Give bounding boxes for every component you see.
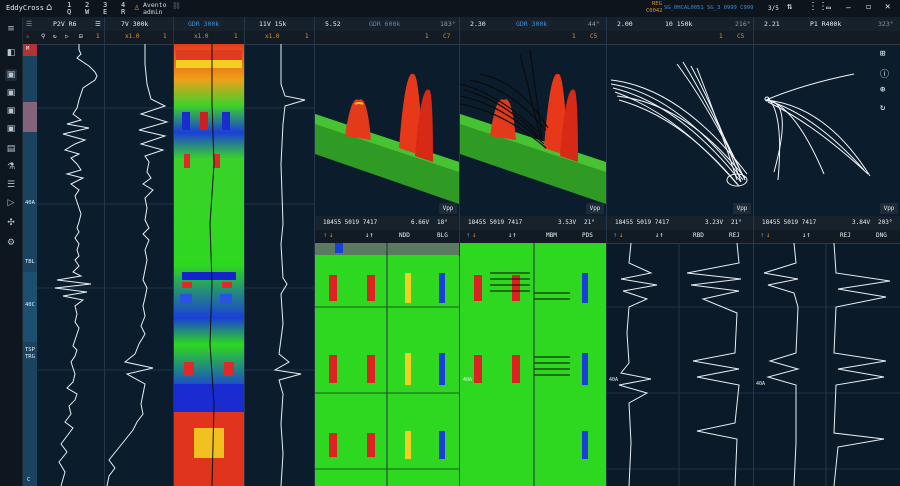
page-counter: 3/5 — [768, 5, 779, 12]
reg-code: C0042 — [646, 8, 663, 14]
depth-label: 40A — [25, 200, 35, 206]
menu-icon[interactable]: ≡ — [5, 23, 17, 35]
3d-surface-plot — [460, 49, 606, 204]
strip-title: P2V R6 — [53, 20, 77, 28]
sort-arrows-icon[interactable]: ⇅ — [787, 2, 792, 12]
signal-trace — [105, 44, 173, 486]
view-panel-3[interactable]: 2.00 10 150k 216° 1 C5 Vpp — [607, 17, 754, 217]
depth-label: M — [26, 46, 30, 52]
cycle-icon[interactable]: ↻ — [53, 33, 57, 40]
refresh-icon[interactable]: ↻ — [880, 103, 885, 113]
strip-title: 7V 300k — [121, 20, 149, 28]
strip-11v[interactable]: 11V 15k x1.0 1 — [245, 17, 315, 486]
depth-marker: 40A — [609, 377, 618, 383]
home-icon[interactable]: ⌂ — [46, 2, 52, 13]
signal-trace — [245, 44, 314, 486]
sidebar-b-icon[interactable]: ▣ — [5, 87, 17, 99]
lower-panel-3[interactable]: 18455 5019 7417 3.23V 21° ↑ ↓ ↓↑ RBD REJ … — [607, 216, 754, 486]
play-icon[interactable]: ▷ — [5, 197, 17, 209]
shortcut-1[interactable]: 1Q — [64, 0, 76, 17]
minimize-icon[interactable]: — — [846, 3, 851, 12]
depth-label: 40C — [25, 302, 35, 308]
strip-toolbar: ⚠ ⚲ ↻ ▷ ⊟ 1 — [23, 31, 104, 45]
maximize-icon[interactable]: ◻ — [866, 2, 871, 11]
heatmap-panel: 40A — [460, 243, 606, 486]
swap-icon[interactable]: ↓↑ — [365, 231, 373, 239]
forward-icon[interactable]: ▷ — [65, 33, 69, 40]
down-arrow-icon[interactable]: ↓ — [329, 231, 333, 239]
vpp-button[interactable]: Vpp — [439, 203, 457, 214]
pin-icon[interactable]: ⚲ — [41, 33, 45, 40]
depth-label: TRG — [25, 354, 35, 360]
view-panel-1[interactable]: 5.52 GDR 600k 183° 1 C7 Vpp — [315, 17, 460, 217]
depth-marker: 40A — [463, 377, 472, 383]
strip-p2v[interactable]: ☰ P2V R6 ☰ ⚠ ⚲ ↻ ▷ ⊟ 1 M 40A TBL 40C TSP… — [23, 17, 105, 486]
depth-label: TSP — [25, 347, 35, 353]
sidebar-c-icon[interactable]: ▣ — [5, 105, 17, 117]
reg-label: REG — [652, 1, 662, 7]
shortcut-4[interactable]: 4R — [118, 0, 130, 17]
vpp-button[interactable]: Vpp — [586, 203, 604, 214]
signal-trace — [37, 44, 104, 486]
lissajous-plot — [610, 61, 748, 187]
globe-icon[interactable]: ⊕ — [880, 85, 885, 95]
heatmap-strip — [174, 44, 244, 486]
sidebar: ≡ ◧ ▣ ▣ ▣ ▣ ▤ ⚗ ☰ ▷ ✣ ⚙ — [0, 17, 23, 486]
strip-header: ☰ P2V R6 ☰ — [23, 17, 104, 32]
swap-icon[interactable]: ↓↑ — [508, 231, 516, 239]
depth-marker: 40A — [756, 381, 765, 387]
3d-surface-plot — [315, 73, 459, 204]
view-panel-4[interactable]: 2.21 P1 R400k 323° Vpp ⊞ ⓘ ⊕ ↻ — [754, 17, 900, 217]
grid-icon[interactable]: ⋮⋮ — [808, 1, 828, 12]
strip-title: 11V 15k — [259, 20, 287, 28]
vpp-button[interactable]: Vpp — [733, 203, 751, 214]
signal-trace: 40A — [607, 243, 753, 486]
up-arrow-icon[interactable]: ↑ — [323, 231, 327, 239]
sidebar-d-icon[interactable]: ▣ — [5, 123, 17, 135]
strip-title: GDR 300k — [188, 20, 220, 28]
shortcut-2[interactable]: 2W — [82, 0, 94, 17]
top-bar: EddyCross ⌂ 1Q 2W 3E 4R ♙ Avento admin ⛓… — [0, 0, 900, 18]
status-path: SG_0HCAL0051 SG_3 0999 C999 — [664, 5, 754, 11]
side-tool-group: ⊞ ⓘ ⊕ ↻ — [878, 49, 894, 131]
clipboard-icon[interactable]: ▤ — [5, 143, 17, 155]
list-icon[interactable]: ☰ — [5, 179, 17, 191]
close-icon[interactable]: ✕ — [885, 2, 890, 12]
lock-icon[interactable]: ⊟ — [79, 33, 83, 40]
vpp-button[interactable]: Vpp — [880, 203, 898, 214]
swap-icon[interactable]: ↓↑ — [802, 231, 810, 239]
link-icon[interactable]: ⛓ — [172, 2, 181, 10]
star-icon[interactable]: ✣ — [5, 217, 17, 229]
lower-panel-1[interactable]: 18455 5019 7417 6.66V 18° ↑ ↓ ↓↑ NDD BLG — [315, 216, 460, 486]
lower-panel-4[interactable]: 18455 5019 7417 3.84V 203° ↑ ↓ ↓↑ REJ DNG… — [754, 216, 900, 486]
view-panel-2[interactable]: 2.30 GDR 300k 44° 1 C5 Vpp — [460, 17, 607, 217]
sidebar-a-icon[interactable]: ▣ — [5, 69, 17, 81]
user-icon: ♙ — [134, 3, 140, 13]
depth-label: TBL — [25, 259, 35, 265]
heatmap-panel — [315, 243, 459, 486]
display-icon[interactable]: ◧ — [5, 47, 17, 59]
settings-icon[interactable]: ⚙ — [5, 237, 17, 249]
app-title: EddyCross — [6, 4, 44, 12]
swap-icon[interactable]: ↓↑ — [655, 231, 663, 239]
grid-icon[interactable]: ⊞ — [880, 49, 885, 59]
depth-label: C — [27, 477, 31, 483]
info-icon[interactable]: ⓘ — [880, 67, 889, 80]
signal-trace: 40A — [754, 243, 900, 486]
lower-panel-2[interactable]: 18455 5019 7417 3.53V 21° ↑ ↓ ↓↑ MBM PDS … — [460, 216, 607, 486]
folder-icon[interactable]: ▭ — [826, 3, 831, 12]
user-role: admin — [143, 8, 163, 16]
flask-icon[interactable]: ⚗ — [5, 161, 17, 173]
strip-7v[interactable]: 7V 300k x1.0 1 — [105, 17, 174, 486]
shortcut-3[interactable]: 3E — [100, 0, 112, 17]
strip-gdr[interactable]: GDR 300k x1.0 1 — [174, 17, 245, 486]
